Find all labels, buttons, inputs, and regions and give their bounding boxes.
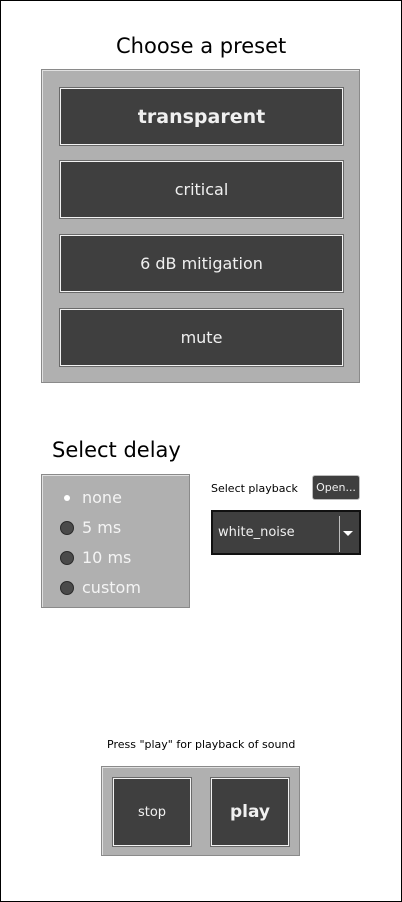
delay-option-label: custom xyxy=(82,578,141,597)
delay-option-10ms[interactable]: 10 ms xyxy=(60,548,131,567)
delay-option-label: 10 ms xyxy=(82,548,132,567)
delay-radio-group: none 5 ms 10 ms custom xyxy=(41,474,190,608)
playback-label: Select playback xyxy=(211,482,298,495)
delay-heading: Select delay xyxy=(52,438,181,462)
stop-button[interactable]: stop xyxy=(112,777,192,847)
preset-heading: Choose a preset xyxy=(116,34,287,58)
transport-hint: Press "play" for playback of sound xyxy=(107,738,296,751)
play-button[interactable]: play xyxy=(210,777,290,847)
delay-option-label: none xyxy=(82,488,122,507)
preset-6db-mitigation-button[interactable]: 6 dB mitigation xyxy=(59,234,344,293)
playback-select[interactable]: white_noise xyxy=(211,510,361,555)
preset-panel: transparent critical 6 dB mitigation mut… xyxy=(41,69,360,383)
delay-option-custom[interactable]: custom xyxy=(60,578,141,597)
delay-option-label: 5 ms xyxy=(82,518,122,537)
radio-unselected-icon xyxy=(60,550,74,565)
preset-critical-button[interactable]: critical xyxy=(59,160,344,219)
playback-select-value: white_noise xyxy=(218,525,295,540)
open-file-button[interactable]: Open... xyxy=(312,475,360,500)
preset-mute-button[interactable]: mute xyxy=(59,308,344,367)
select-divider xyxy=(339,516,340,552)
preset-transparent-button[interactable]: transparent xyxy=(59,87,344,146)
chevron-down-icon[interactable] xyxy=(343,531,353,536)
radio-unselected-icon xyxy=(60,580,74,595)
delay-option-none[interactable]: none xyxy=(60,488,122,507)
transport-panel: stop play xyxy=(101,766,300,856)
delay-option-5ms[interactable]: 5 ms xyxy=(60,518,121,537)
radio-selected-icon xyxy=(60,491,74,505)
radio-unselected-icon xyxy=(60,520,74,535)
